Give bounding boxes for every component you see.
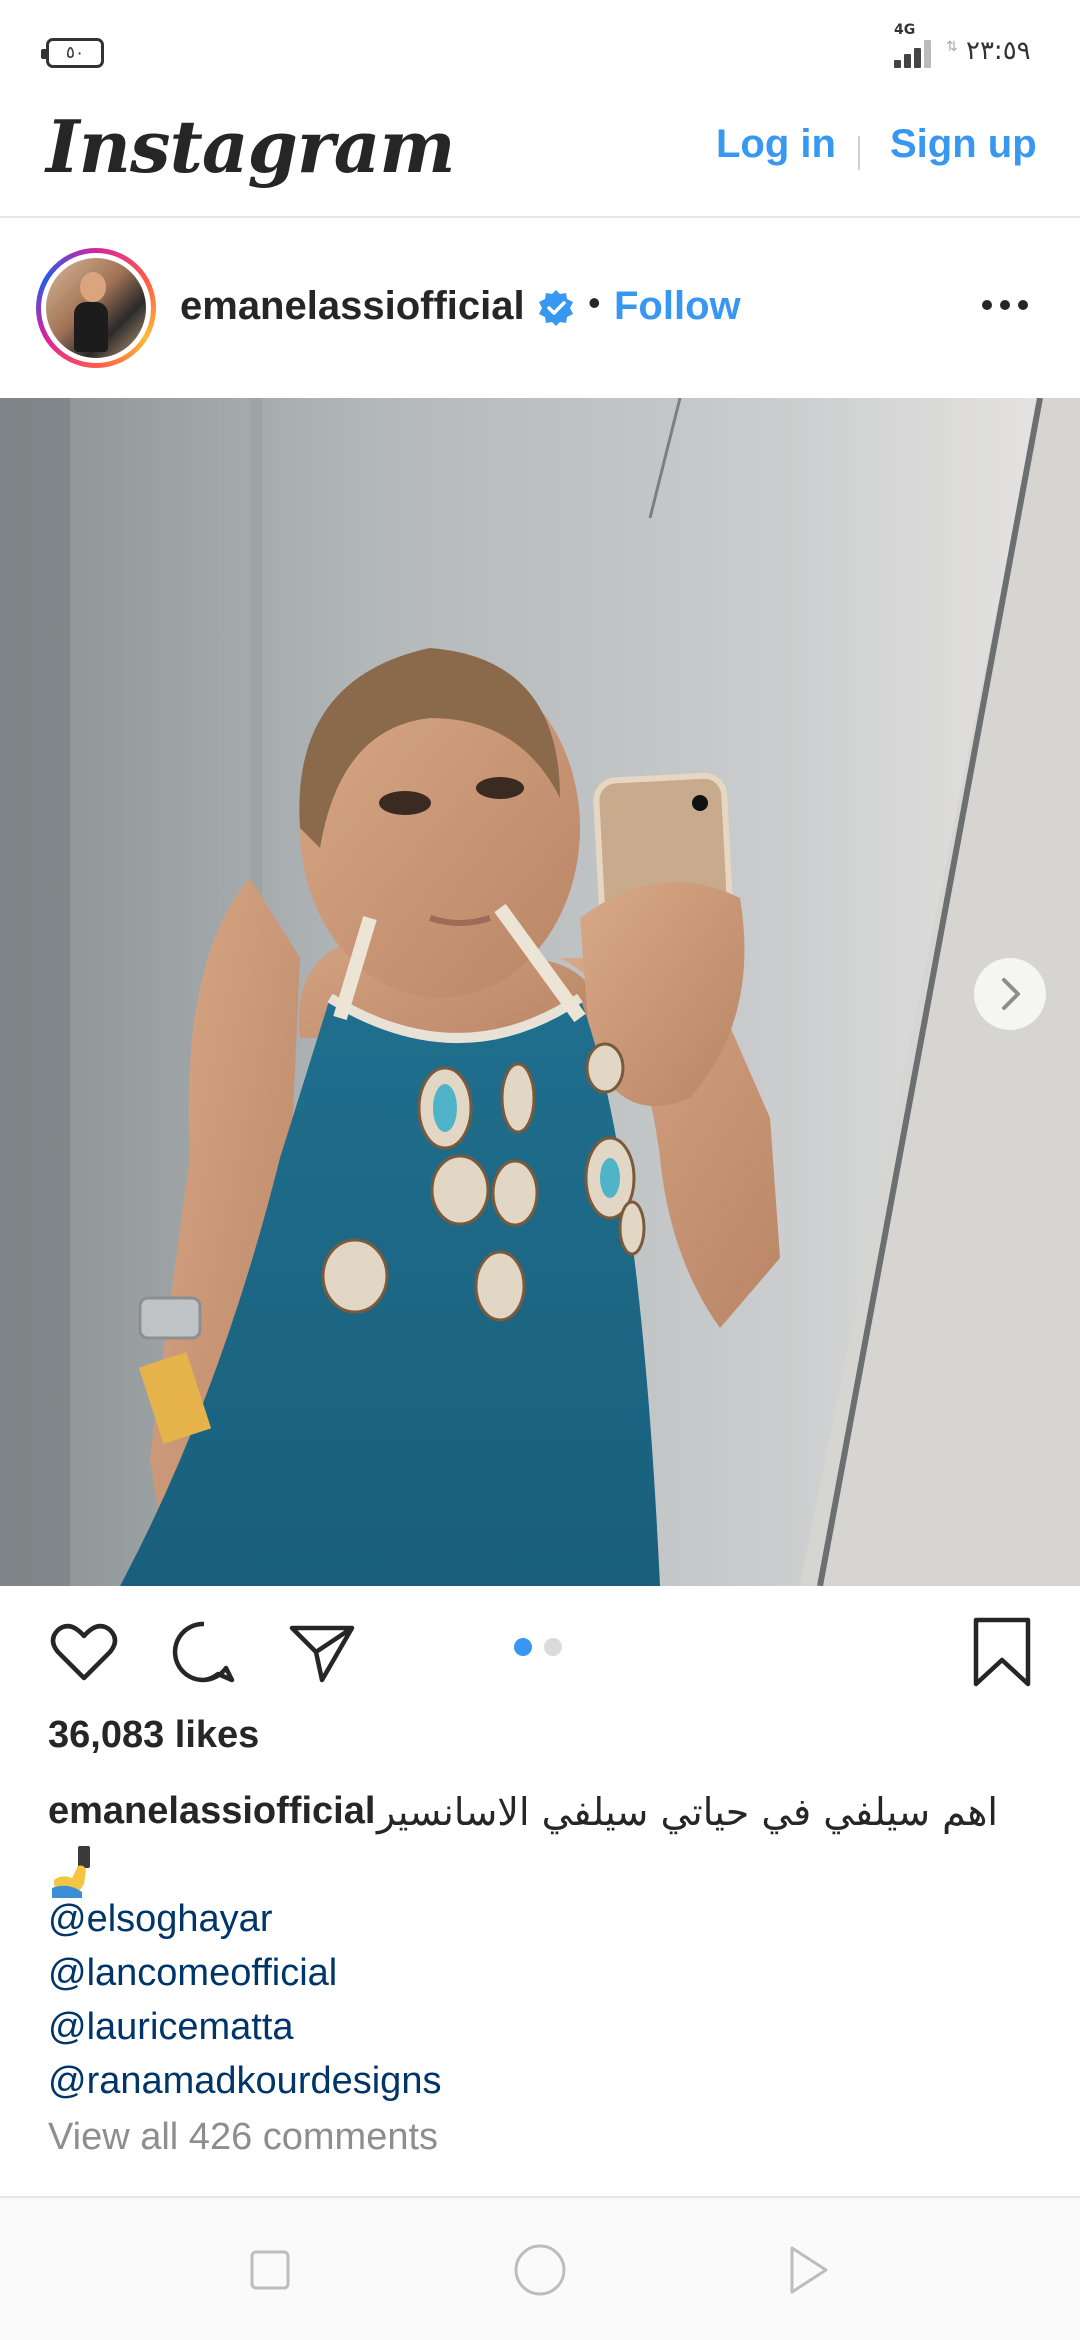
more-icon[interactable]: [982, 300, 1032, 314]
comment-icon[interactable]: [166, 1614, 242, 1690]
post-header: emanelassiofficial • Follow: [0, 220, 1080, 398]
carousel-dot-active: [514, 1638, 532, 1656]
signal-icon: [894, 40, 938, 68]
bookmark-icon[interactable]: [964, 1614, 1040, 1690]
carousel-dot: [544, 1638, 562, 1656]
post-caption: emanelassiofficial اهم سيلفي في حياتي سي…: [48, 1790, 1038, 2158]
back-icon[interactable]: [778, 2240, 838, 2300]
signup-link[interactable]: Sign up: [890, 122, 1037, 167]
avatar[interactable]: [36, 248, 156, 368]
heart-icon[interactable]: [46, 1614, 122, 1690]
instagram-logo[interactable]: Instagram: [46, 104, 456, 189]
selfie-emoji-icon: [52, 1846, 90, 1898]
login-link[interactable]: Log in: [716, 122, 836, 167]
share-icon[interactable]: [284, 1614, 360, 1690]
caption-username[interactable]: emanelassiofficial: [48, 1790, 375, 1833]
status-bar: ٥٠ 4G ⇅ ٢٣:٥٩: [0, 0, 1080, 100]
post-photo[interactable]: [0, 398, 1080, 1586]
carousel-next-button[interactable]: [974, 958, 1046, 1030]
verified-badge-icon: [539, 290, 573, 326]
view-all-comments-link[interactable]: View all 426 comments: [48, 2116, 438, 2159]
separator-dot: •: [588, 282, 601, 323]
top-header: Instagram Log in Sign up: [0, 100, 1080, 218]
header-divider: [858, 136, 860, 170]
mention-link[interactable]: @lauricematta: [48, 2006, 294, 2049]
chevron-right-icon: [1002, 978, 1020, 1010]
network-type: 4G: [894, 22, 916, 38]
mention-link[interactable]: @lancomeofficial: [48, 1952, 337, 1995]
follow-button[interactable]: Follow: [614, 284, 741, 329]
system-nav-bar: [0, 2196, 1080, 2340]
post-actions: [0, 1586, 1080, 1716]
likes-count[interactable]: 36,083 likes: [48, 1714, 259, 1757]
battery-icon: ٥٠: [41, 38, 104, 68]
mention-link[interactable]: @elsoghayar: [48, 1898, 272, 1941]
battery-level: ٥٠: [65, 43, 85, 63]
mention-link[interactable]: @ranamadkourdesigns: [48, 2060, 441, 2103]
home-icon[interactable]: [510, 2240, 570, 2300]
data-icon: ⇅: [946, 38, 958, 54]
post-photo-image: [0, 398, 1080, 1586]
avatar-image: [46, 258, 146, 358]
clock: ٢٣:٥٩: [966, 36, 1031, 66]
carousel-indicator: [514, 1638, 574, 1658]
caption-text: اهم سيلفي في حياتي سيلفي الاسانسير: [376, 1790, 998, 1834]
recent-apps-icon[interactable]: [240, 2240, 300, 2300]
post-username[interactable]: emanelassiofficial: [180, 284, 525, 329]
